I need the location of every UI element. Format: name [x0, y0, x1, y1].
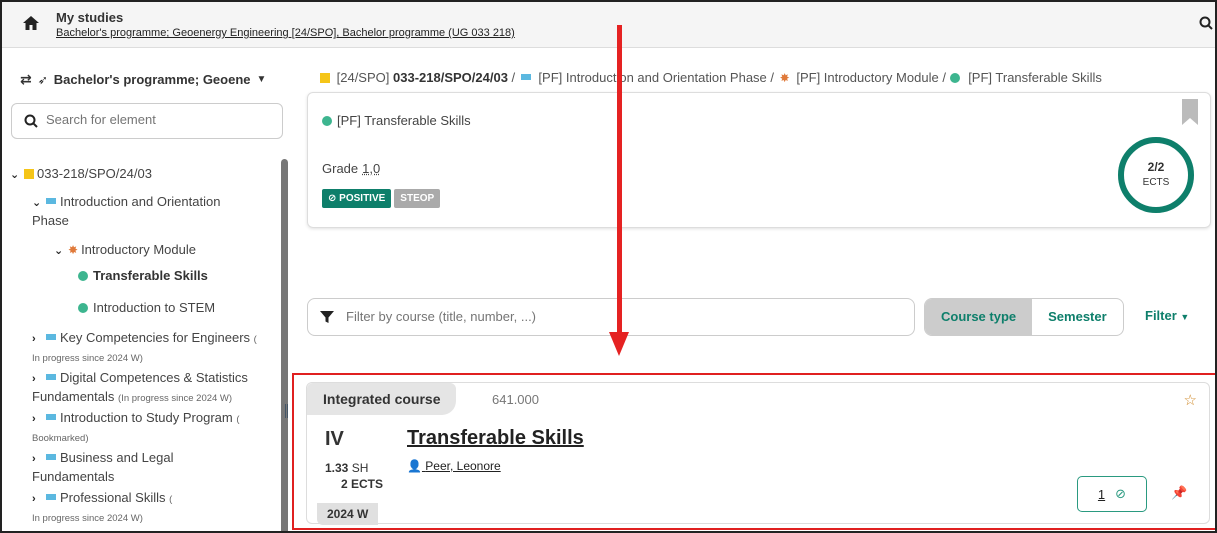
caret-down-icon: ▼: [1180, 312, 1190, 322]
filter-dropdown[interactable]: Filter ▼: [1145, 308, 1189, 323]
module-flag-icon: [46, 374, 56, 380]
chevron-down-icon[interactable]: ⌄: [32, 195, 44, 212]
module-flag-icon: [46, 334, 56, 340]
module-flag-icon: [46, 198, 56, 204]
course-filter-input[interactable]: [346, 309, 886, 324]
grade-value: 1,0: [362, 161, 381, 176]
group-by-toggle: Course type Semester: [924, 298, 1124, 336]
folder-icon: [24, 169, 34, 179]
caret-down-icon: ▼: [256, 74, 267, 85]
tree-node-professional-skills[interactable]: › Professional Skills (In progress since …: [32, 489, 277, 527]
tree-node-introductory-module[interactable]: ⌄ ✸ Introductory Module: [54, 241, 196, 260]
tree-node-transferable-skills[interactable]: Transferable Skills: [78, 267, 208, 284]
program-switcher[interactable]: ⇄ ➶ Bachelor's programme; Geoene ▼: [20, 71, 266, 88]
bookmark-icon[interactable]: [1180, 99, 1200, 125]
check-circle-icon: ⊘: [328, 193, 337, 204]
steop-badge: STEOP: [394, 189, 441, 208]
tree-node-root[interactable]: ⌄ 033-218/SPO/24/03: [10, 165, 152, 184]
scrollbar-thumb[interactable]: [281, 159, 288, 531]
module-flag-icon: [46, 494, 56, 500]
module-flag-icon: [46, 454, 56, 460]
swap-icon: ⇄: [20, 71, 32, 87]
element-summary-card: [PF] Transferable Skills Grade 1,0 ⊘ POSI…: [307, 92, 1211, 228]
breadcrumb-item-phase[interactable]: [PF] Introduction and Orientation Phase: [538, 70, 766, 85]
sidebar: ⇄ ➶ Bachelor's programme; Geoene ▼ ⌄033-…: [2, 49, 292, 531]
home-icon[interactable]: [22, 14, 40, 32]
leaf-dot-icon: [78, 271, 88, 281]
tree-node-digital-competences[interactable]: › Digital Competences & Statistics Fundame…: [32, 369, 277, 407]
folder-icon: [320, 73, 330, 83]
element-search-input[interactable]: [46, 112, 276, 127]
module-flag-icon: [520, 74, 531, 80]
tree-node-introduction-stem[interactable]: Introduction to STEM: [78, 299, 215, 316]
leaf-dot-icon: [322, 116, 332, 126]
tree-node-business-legal[interactable]: › Business and Legal Fundamentals: [32, 449, 277, 485]
status-badges: ⊘ POSITIVE STEOP: [322, 189, 441, 208]
course-type-button[interactable]: Course type: [925, 299, 1033, 335]
page-title: My studies: [56, 10, 124, 25]
chevron-right-icon[interactable]: ›: [32, 331, 44, 348]
leaf-dot-icon: [78, 303, 88, 313]
breadcrumb: [24/SPO] 033-218/SPO/24/03 / [PF] Introd…: [318, 70, 1102, 85]
puzzle-icon: ✸: [779, 71, 790, 85]
breadcrumb-item-module[interactable]: [PF] Introductory Module: [796, 70, 938, 85]
program-link[interactable]: Bachelor's programme; Geoenergy Engineer…: [56, 27, 515, 39]
chevron-right-icon[interactable]: ›: [32, 371, 44, 388]
search-icon[interactable]: [1199, 16, 1213, 30]
annotation-arrow-head: [609, 332, 629, 356]
semester-button[interactable]: Semester: [1032, 299, 1123, 335]
chevron-right-icon[interactable]: ›: [32, 491, 44, 508]
course-filter[interactable]: [307, 298, 915, 336]
chevron-down-icon[interactable]: ⌄: [54, 243, 66, 260]
search-icon: [24, 114, 38, 128]
grade: Grade 1,0: [322, 161, 381, 176]
ects-counter: 2/2 ECTS: [1142, 160, 1170, 188]
breadcrumb-item-root[interactable]: 033-218/SPO/24/03: [393, 70, 508, 85]
filter-icon: [320, 311, 334, 323]
resize-handle[interactable]: [285, 404, 288, 418]
puzzle-icon: ✸: [68, 243, 79, 257]
leaf-dot-icon: [949, 73, 960, 83]
chevron-right-icon[interactable]: ›: [32, 451, 44, 468]
chevron-right-icon[interactable]: ›: [32, 411, 44, 428]
top-header: My studies Bachelor's programme; Geoener…: [2, 2, 1215, 48]
breadcrumb-item-prefix: [24/SPO]: [336, 70, 390, 85]
program-switcher-label: Bachelor's programme; Geoene: [53, 72, 251, 87]
tree-node-key-competencies[interactable]: › Key Competencies for Engineers (In prog…: [32, 329, 277, 367]
chevron-down-icon[interactable]: ⌄: [10, 167, 22, 184]
element-search[interactable]: [11, 103, 283, 139]
element-title: [PF] Transferable Skills: [322, 113, 471, 128]
highlight-box: [292, 373, 1215, 530]
rocket-icon: ➶: [37, 72, 48, 87]
positive-badge: ⊘ POSITIVE: [322, 189, 392, 208]
window: My studies Bachelor's programme; Geoener…: [0, 0, 1217, 533]
module-flag-icon: [46, 414, 56, 420]
tree-node-intro-study-program[interactable]: › Introduction to Study Program (Bookmark…: [32, 409, 277, 447]
tree-node-introduction-orientation[interactable]: ⌄ Introduction and Orientation Phase: [32, 193, 272, 229]
breadcrumb-item-current: [PF] Transferable Skills: [968, 70, 1102, 85]
sidebar-scrollbar[interactable]: [281, 159, 288, 531]
annotation-arrow: [617, 25, 622, 335]
